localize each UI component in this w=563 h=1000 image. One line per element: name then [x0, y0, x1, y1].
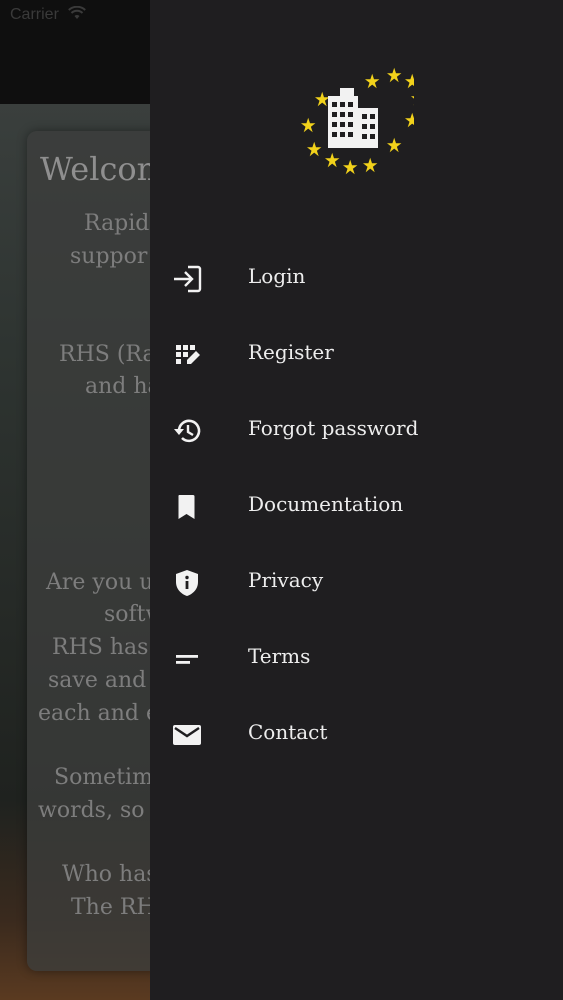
menu-item-label: Forgot password [248, 416, 419, 440]
menu-item-label: Login [248, 264, 306, 288]
menu-item-login[interactable]: Login [150, 248, 563, 308]
bookmark-icon [172, 492, 202, 522]
mail-icon [172, 720, 202, 750]
menu-item-label: Terms [248, 644, 311, 668]
app-logo [298, 66, 426, 182]
bg-text-line: save and [48, 668, 147, 693]
menu-item-terms[interactable]: Terms [150, 628, 563, 688]
shield-info-icon [172, 568, 202, 598]
bg-text-line: RHS has [52, 635, 149, 660]
history-icon [172, 416, 202, 446]
menu-item-contact[interactable]: Contact [150, 704, 563, 764]
register-icon [172, 340, 202, 370]
menu-item-label: Documentation [248, 492, 404, 516]
menu-item-privacy[interactable]: Privacy [150, 552, 563, 612]
welcome-title: Welcom [40, 150, 167, 188]
bg-text-line: suppor [70, 244, 148, 269]
bg-text-line: Sometim [54, 765, 153, 790]
bg-text-line: each and e [38, 701, 159, 726]
short-text-icon [172, 644, 202, 674]
bg-text-line: RHS (Ra [59, 342, 156, 367]
menu-item-documentation[interactable]: Documentation [150, 476, 563, 536]
menu-item-label: Privacy [248, 568, 324, 592]
login-icon [172, 264, 202, 294]
menu-item-label: Register [248, 340, 334, 364]
menu-item-forgot-password[interactable]: Forgot password [150, 400, 563, 460]
menu-item-label: Contact [248, 720, 328, 744]
bg-text-line: words, so [38, 798, 145, 823]
navigation-drawer: Login Register Forgot password Documenta… [150, 0, 563, 1000]
bg-text-line: Who has [62, 862, 158, 887]
menu-item-register[interactable]: Register [150, 324, 563, 384]
bg-text-line: Are you u [46, 570, 154, 595]
bg-text-line: Rapid [84, 211, 150, 236]
bg-text-line: The RH [71, 895, 156, 920]
